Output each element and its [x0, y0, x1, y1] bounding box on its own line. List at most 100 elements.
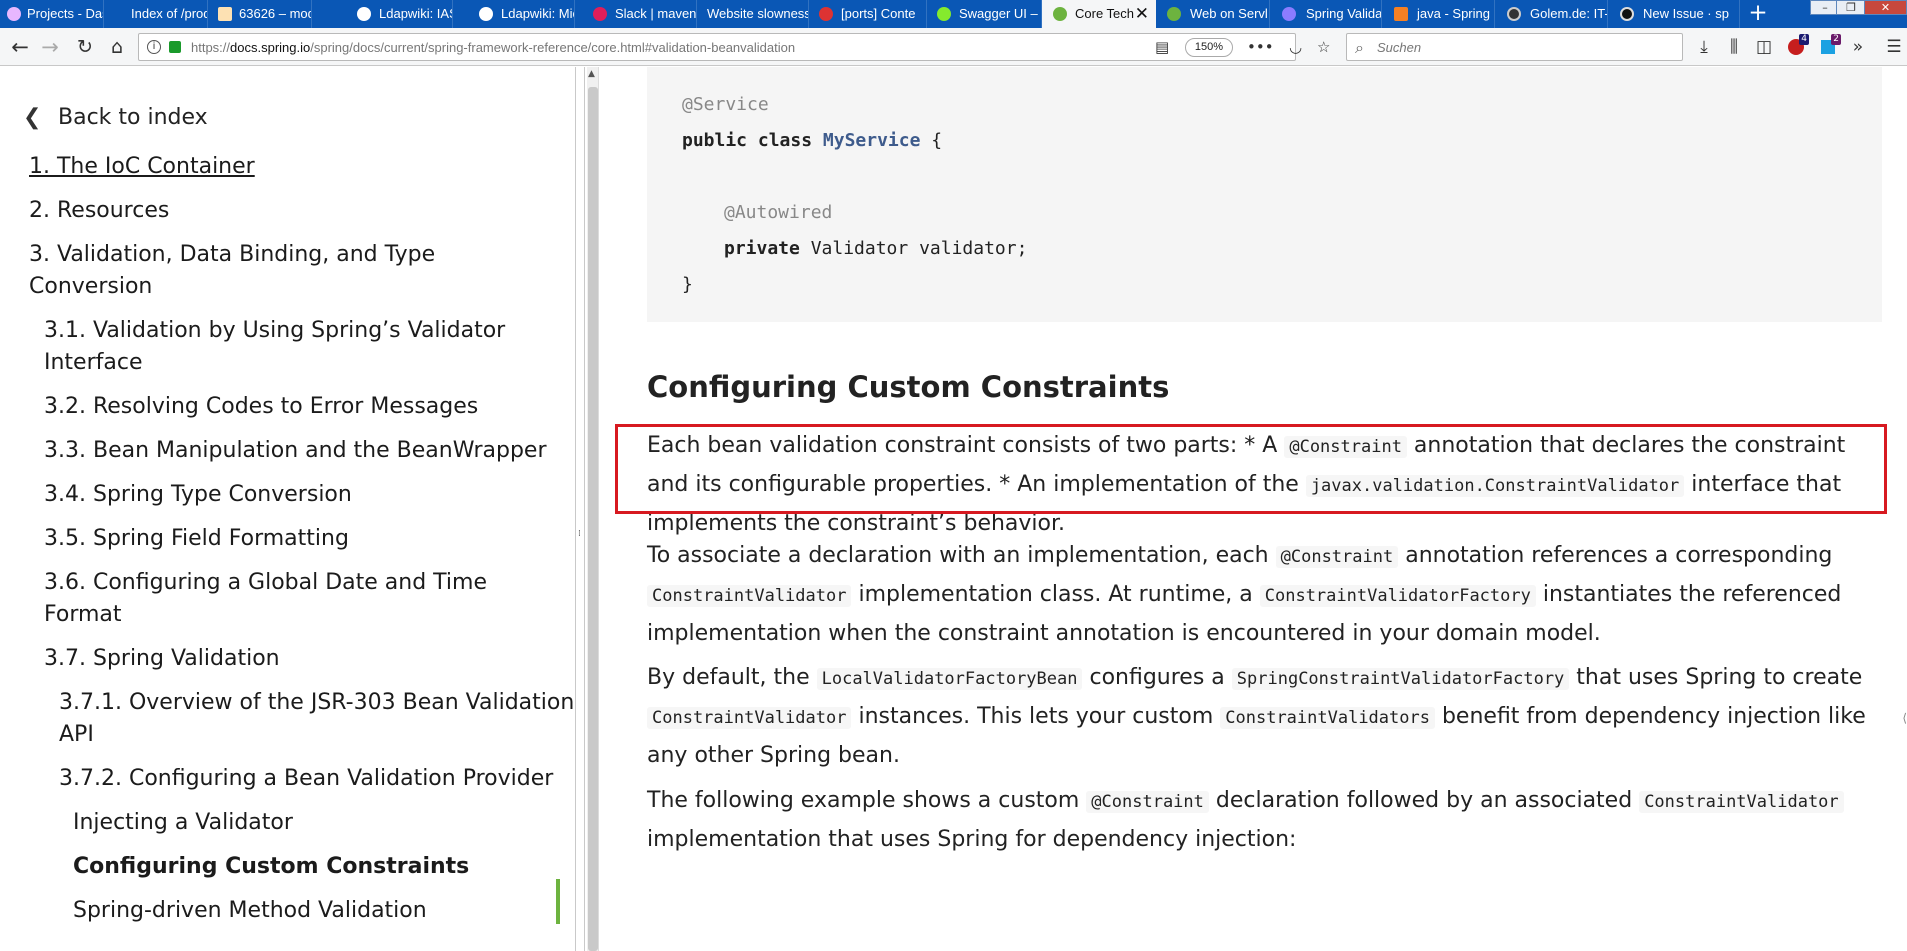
code-field-declaration: private Validator validator; [724, 238, 1027, 260]
code-field: Validator validator; [799, 238, 1028, 259]
content-scrollbar[interactable]: ▲ [587, 67, 599, 951]
tab-label: Index of /prod/dav [131, 6, 207, 21]
tab-ports[interactable]: [ports] Conte [809, 0, 927, 28]
text-run: instances. This lets your custom [851, 704, 1221, 729]
code-annotation-service: @Service [682, 94, 769, 115]
text-run: implementation that uses Spring for depe… [647, 827, 1297, 852]
tab-spring-validation[interactable]: Spring Validat [1270, 0, 1382, 28]
extension-icon[interactable]: 2 [1814, 33, 1842, 61]
close-tab-icon[interactable]: ✕ [1135, 0, 1149, 28]
tab-slack[interactable]: Slack | maven [585, 0, 697, 28]
toc-validation-cont[interactable]: Conversion [29, 271, 152, 302]
toc-3-4[interactable]: 3.4. Spring Type Conversion [44, 479, 352, 510]
toc-3-7[interactable]: 3.7. Spring Validation [44, 643, 280, 674]
sidebar-toggle-icon[interactable]: ◫ [1750, 33, 1778, 61]
tab-label: Swagger UI – [959, 6, 1038, 21]
search-icon: ⌕ [1355, 38, 1364, 57]
reload-icon[interactable]: ↻ [71, 33, 99, 61]
forward-arrow-icon[interactable]: → [36, 33, 64, 61]
scrollbar-thumb[interactable] [588, 87, 598, 951]
inline-code: @Constraint [1086, 791, 1209, 813]
tab-label: [ports] Conte [841, 6, 916, 21]
toc-3-7-1[interactable]: 3.7.1. Overview of the JSR-303 Bean Vali… [59, 687, 573, 718]
url-text[interactable]: https://docs.spring.io/spring/docs/curre… [191, 34, 795, 61]
toc-3-7-2[interactable]: 3.7.2. Configuring a Bean Validation Pro… [59, 763, 553, 794]
tab-label: java - Spring [1417, 6, 1490, 21]
pocket-icon[interactable]: ◡ [1289, 34, 1302, 61]
section-heading: Configuring Custom Constraints [647, 370, 1170, 404]
toc-3-2[interactable]: 3.2. Resolving Codes to Error Messages [44, 391, 478, 422]
drag-handle-icon[interactable]: ⁞ [578, 529, 581, 539]
tab-label: New Issue · sp [1643, 6, 1729, 21]
text-run: configures a [1082, 665, 1232, 690]
tab-ldapwiki-mic[interactable]: Ldapwiki: Mic [471, 0, 575, 28]
resize-divider[interactable]: ⁞ [575, 67, 585, 951]
toc-3-6-cont[interactable]: Format [44, 599, 122, 630]
toc-3-5[interactable]: 3.5. Spring Field Formatting [44, 523, 349, 554]
url-path: /spring/docs/current/spring-framework-re… [310, 40, 796, 55]
scroll-up-arrow-icon[interactable]: ▲ [588, 69, 595, 79]
tab-label: Projects - Dashboard [27, 6, 103, 21]
bookmark-star-icon[interactable]: ☆ [1317, 34, 1330, 61]
toc-resources[interactable]: 2. Resources [29, 195, 169, 226]
text-run: implementation class. At runtime, a [851, 582, 1260, 607]
toc-3-3[interactable]: 3.3. Bean Manipulation and the BeanWrapp… [44, 435, 547, 466]
toc-spring-driven-method-validation[interactable]: Spring-driven Method Validation [73, 895, 427, 926]
text-run: that uses Spring to create [1569, 665, 1863, 690]
tab-swagger[interactable]: Swagger UI – [927, 0, 1042, 28]
tab-golem[interactable]: Golem.de: IT- [1495, 0, 1608, 28]
adblock-icon[interactable]: 4 [1782, 33, 1810, 61]
toc-validation[interactable]: 3. Validation, Data Binding, and Type [29, 239, 435, 270]
tab-java-spring[interactable]: java - Spring [1382, 0, 1495, 28]
tab-projects[interactable]: Projects - Dashboard [0, 0, 104, 28]
search-placeholder: Suchen [1377, 40, 1422, 55]
toc-injecting-validator[interactable]: Injecting a Validator [73, 807, 293, 838]
download-icon[interactable]: ⤓ [1690, 33, 1718, 61]
code-annotation-autowired: @Autowired [724, 202, 833, 223]
toc-3-7-1-cont[interactable]: API [59, 719, 94, 750]
tab-label: Website slowness [707, 6, 809, 21]
home-icon[interactable]: ⌂ [103, 33, 131, 61]
tab-index[interactable]: Index of /prod/dav [104, 0, 208, 28]
search-box[interactable]: ⌕ Suchen [1346, 33, 1683, 61]
maximize-button[interactable]: ❐ [1836, 0, 1866, 15]
reader-view-icon[interactable]: ▤ [1155, 34, 1169, 61]
toc-configuring-custom-constraints[interactable]: Configuring Custom Constraints [73, 851, 469, 882]
text-run: declaration followed by an associated [1208, 788, 1640, 813]
library-icon[interactable]: ⫼ [1720, 33, 1748, 61]
wiki-icon [479, 7, 493, 21]
url-bar[interactable]: i https://docs.spring.io/spring/docs/cur… [138, 33, 1330, 61]
tab-new-issue[interactable]: New Issue · sp [1608, 0, 1740, 28]
tab-label: 63626 – mod_ [239, 6, 311, 21]
tab-website-slowness[interactable]: Website slowness [697, 0, 809, 28]
tab-web-on-servlet[interactable]: Web on Servl [1156, 0, 1270, 28]
swagger-icon [937, 7, 951, 21]
tab-63626[interactable]: 63626 – mod_ [208, 0, 312, 28]
zoom-level[interactable]: 150% [1185, 38, 1233, 57]
active-section-indicator [556, 879, 560, 924]
back-to-index-link[interactable]: ❮ Back to index [23, 107, 208, 129]
toc-ioc-container[interactable]: 1. The IoC Container [29, 151, 255, 182]
toc-sidebar: ❮ Back to index 1. The IoC Container 2. R… [0, 67, 573, 951]
tab-ldapwiki-ias[interactable]: Ldapwiki: IAS [349, 0, 453, 28]
info-icon[interactable]: i [147, 40, 161, 54]
toc-3-6[interactable]: 3.6. Configuring a Global Date and Time [44, 567, 487, 598]
main-content: @Service public class MyService { @Autow… [600, 67, 1907, 951]
tab-label: Ldapwiki: IAS [379, 6, 453, 21]
close-window-button[interactable]: ✕ [1864, 0, 1907, 15]
toc-3-1[interactable]: 3.1. Validation by Using Spring’s Valida… [44, 315, 505, 346]
highlight-box [615, 424, 1887, 514]
tab-core-tech[interactable]: Core Tech ✕ [1042, 0, 1156, 28]
toc-3-1-cont[interactable]: Interface [44, 347, 143, 378]
new-tab-button[interactable]: + [1744, 0, 1772, 28]
overflow-chevron-icon[interactable]: » [1844, 33, 1872, 61]
code-class-declaration: public class MyService { [682, 130, 942, 152]
tab-bar: Projects - Dashboard Index of /prod/dav … [0, 0, 1907, 28]
page-actions-icon[interactable]: ••• [1247, 34, 1274, 61]
back-arrow-icon[interactable]: ← [6, 33, 34, 61]
github-icon [1620, 7, 1634, 21]
menu-icon[interactable]: ☰ [1880, 33, 1907, 61]
chevron-left-icon: ❮ [23, 105, 42, 130]
stackoverflow-icon [1394, 7, 1408, 21]
tab-label: Ldapwiki: Mic [501, 6, 575, 21]
